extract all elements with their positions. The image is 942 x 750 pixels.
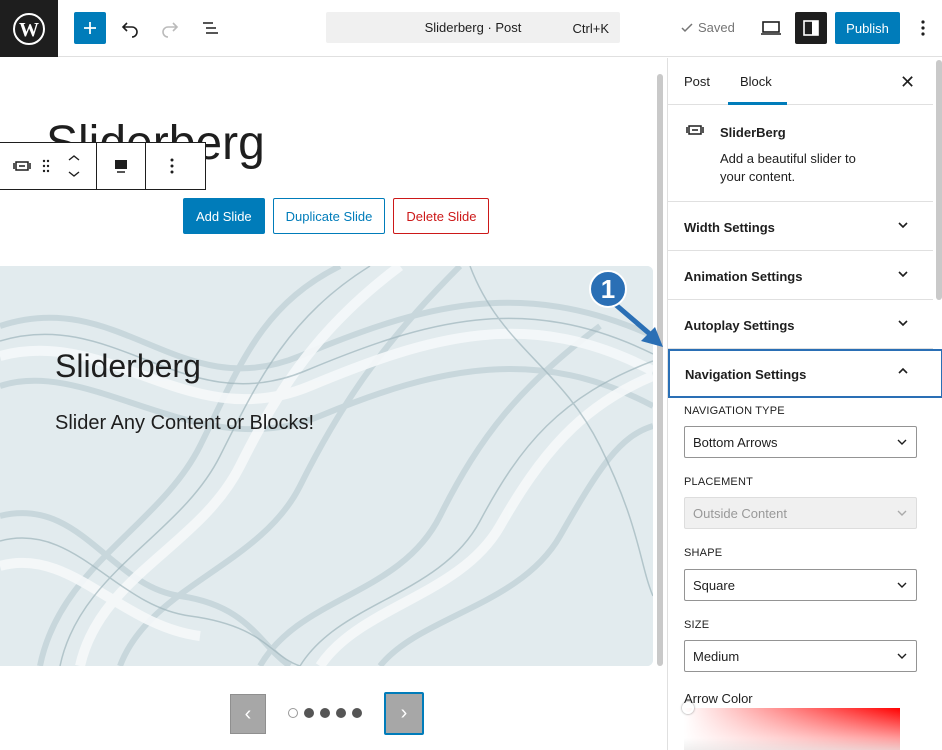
slider-block-icon	[13, 161, 31, 171]
chevron-down-icon	[897, 510, 907, 516]
placement-label: PLACEMENT	[684, 476, 754, 488]
slide-preview[interactable]: Sliderberg Slider Any Content or Blocks!	[0, 266, 653, 666]
panel-title: Width Settings	[684, 220, 775, 235]
undo-button[interactable]	[114, 12, 146, 44]
publish-button[interactable]: Publish	[835, 12, 900, 44]
move-buttons	[58, 143, 90, 189]
size-value: Medium	[693, 648, 740, 664]
shape-label: SHAPE	[684, 547, 723, 559]
align-button[interactable]	[109, 143, 133, 189]
annotation-marker: 1	[589, 270, 627, 308]
navigation-type-value: Bottom Arrows	[693, 434, 778, 450]
panel-autoplay-settings[interactable]: Autoplay Settings	[668, 300, 933, 349]
navigation-type-label: NAVIGATION TYPE	[684, 405, 785, 417]
chevron-left-icon: ‹	[244, 702, 252, 725]
chevron-down-icon	[897, 653, 907, 659]
list-view-button[interactable]	[194, 12, 226, 44]
block-name: SliderBerg	[720, 125, 786, 140]
sidebar-toggle-icon	[803, 20, 819, 36]
panel-title: Autoplay Settings	[684, 318, 795, 333]
block-options-button[interactable]	[160, 143, 184, 189]
undo-icon	[121, 22, 138, 38]
navigation-type-select[interactable]: Bottom Arrows	[684, 426, 917, 458]
duplicate-slide-button[interactable]: Duplicate Slide	[272, 198, 386, 234]
chevron-down-icon	[898, 271, 908, 278]
svg-text:W: W	[19, 19, 39, 41]
settings-toggle-button[interactable]	[795, 12, 827, 44]
slide-heading[interactable]: Sliderberg	[55, 348, 201, 385]
saved-status: Saved	[680, 20, 735, 35]
drag-handle[interactable]	[34, 143, 58, 189]
shape-value: Square	[693, 577, 735, 593]
size-select[interactable]: Medium	[684, 640, 917, 672]
plus-icon	[84, 22, 96, 34]
panel-navigation-settings[interactable]: Navigation Settings	[668, 349, 942, 398]
chevron-down-icon	[897, 439, 907, 445]
color-picker-handle[interactable]	[682, 702, 694, 714]
placement-select: Outside Content	[684, 497, 917, 529]
placement-value: Outside Content	[693, 505, 787, 521]
options-button[interactable]	[910, 12, 936, 44]
prev-slide-button[interactable]: ‹	[230, 694, 266, 734]
canvas-scrollbar[interactable]	[656, 60, 664, 748]
block-card: SliderBerg Add a beautiful slider to you…	[668, 106, 933, 202]
preview-button[interactable]	[755, 12, 787, 44]
wordpress-logo-icon[interactable]: W	[0, 0, 58, 57]
slider-block-icon	[686, 125, 704, 135]
sidebar-scrollbar[interactable]	[936, 60, 942, 300]
block-type-button[interactable]	[10, 143, 34, 189]
arrow-color-label: Arrow Color	[684, 691, 753, 706]
tab-block[interactable]: Block	[740, 74, 772, 89]
redo-icon	[162, 22, 179, 38]
panel-width-settings[interactable]: Width Settings	[668, 202, 933, 251]
editor-header: W Sliderberg · Post Ctrl+K Saved Publish	[0, 0, 942, 57]
block-toolbar	[0, 142, 206, 190]
add-block-button[interactable]	[74, 12, 106, 44]
close-sidebar-icon[interactable]: ✕	[900, 72, 915, 93]
slide-dot[interactable]	[304, 708, 314, 718]
slide-dot[interactable]	[288, 708, 298, 718]
chevron-down-icon	[897, 582, 907, 588]
next-slide-button[interactable]: ›	[384, 692, 424, 735]
block-description: Add a beautiful slider to your content.	[720, 151, 856, 184]
more-vertical-icon	[170, 158, 174, 174]
list-view-icon	[203, 22, 218, 34]
settings-sidebar: Post Block ✕ SliderBerg Add a beautiful …	[667, 58, 942, 750]
check-icon	[681, 22, 693, 32]
slide-dots	[288, 708, 362, 718]
chevron-right-icon: ›	[400, 702, 408, 724]
slide-actions: Add Slide Duplicate Slide Delete Slide	[183, 198, 490, 234]
chevron-down-icon	[898, 222, 908, 229]
more-vertical-icon	[921, 20, 925, 36]
sidebar-tabs: Post Block ✕	[668, 58, 933, 105]
panel-animation-settings[interactable]: Animation Settings	[668, 251, 933, 300]
shape-select[interactable]: Square	[684, 569, 917, 601]
add-slide-button[interactable]: Add Slide	[183, 198, 265, 234]
size-label: SIZE	[684, 619, 710, 631]
shortcut-hint: Ctrl+K	[572, 21, 609, 36]
desktop-preview-icon	[761, 21, 781, 35]
canvas-scrollbar-thumb[interactable]	[657, 74, 663, 666]
move-down-icon[interactable]	[67, 170, 81, 178]
move-up-icon[interactable]	[67, 154, 81, 162]
panel-title: Animation Settings	[684, 269, 803, 284]
delete-slide-button[interactable]: Delete Slide	[393, 198, 490, 234]
command-palette-button[interactable]: Sliderberg · Post Ctrl+K	[326, 12, 620, 43]
drag-icon	[42, 159, 50, 173]
redo-button[interactable]	[154, 12, 186, 44]
editor-canvas: Sliderberg Add Slide	[0, 58, 666, 750]
align-wide-icon	[115, 160, 127, 173]
chevron-down-icon	[898, 320, 908, 327]
arrow-color-picker[interactable]	[684, 708, 900, 750]
slide-dot[interactable]	[352, 708, 362, 718]
saved-label: Saved	[698, 20, 735, 35]
panel-title: Navigation Settings	[685, 367, 807, 382]
tab-post[interactable]: Post	[684, 74, 710, 89]
chevron-up-icon	[898, 367, 908, 374]
slide-dot[interactable]	[320, 708, 330, 718]
slide-subheading[interactable]: Slider Any Content or Blocks!	[55, 412, 314, 435]
marble-background-image	[0, 266, 653, 666]
slide-dot[interactable]	[336, 708, 346, 718]
active-tab-indicator	[728, 102, 787, 105]
